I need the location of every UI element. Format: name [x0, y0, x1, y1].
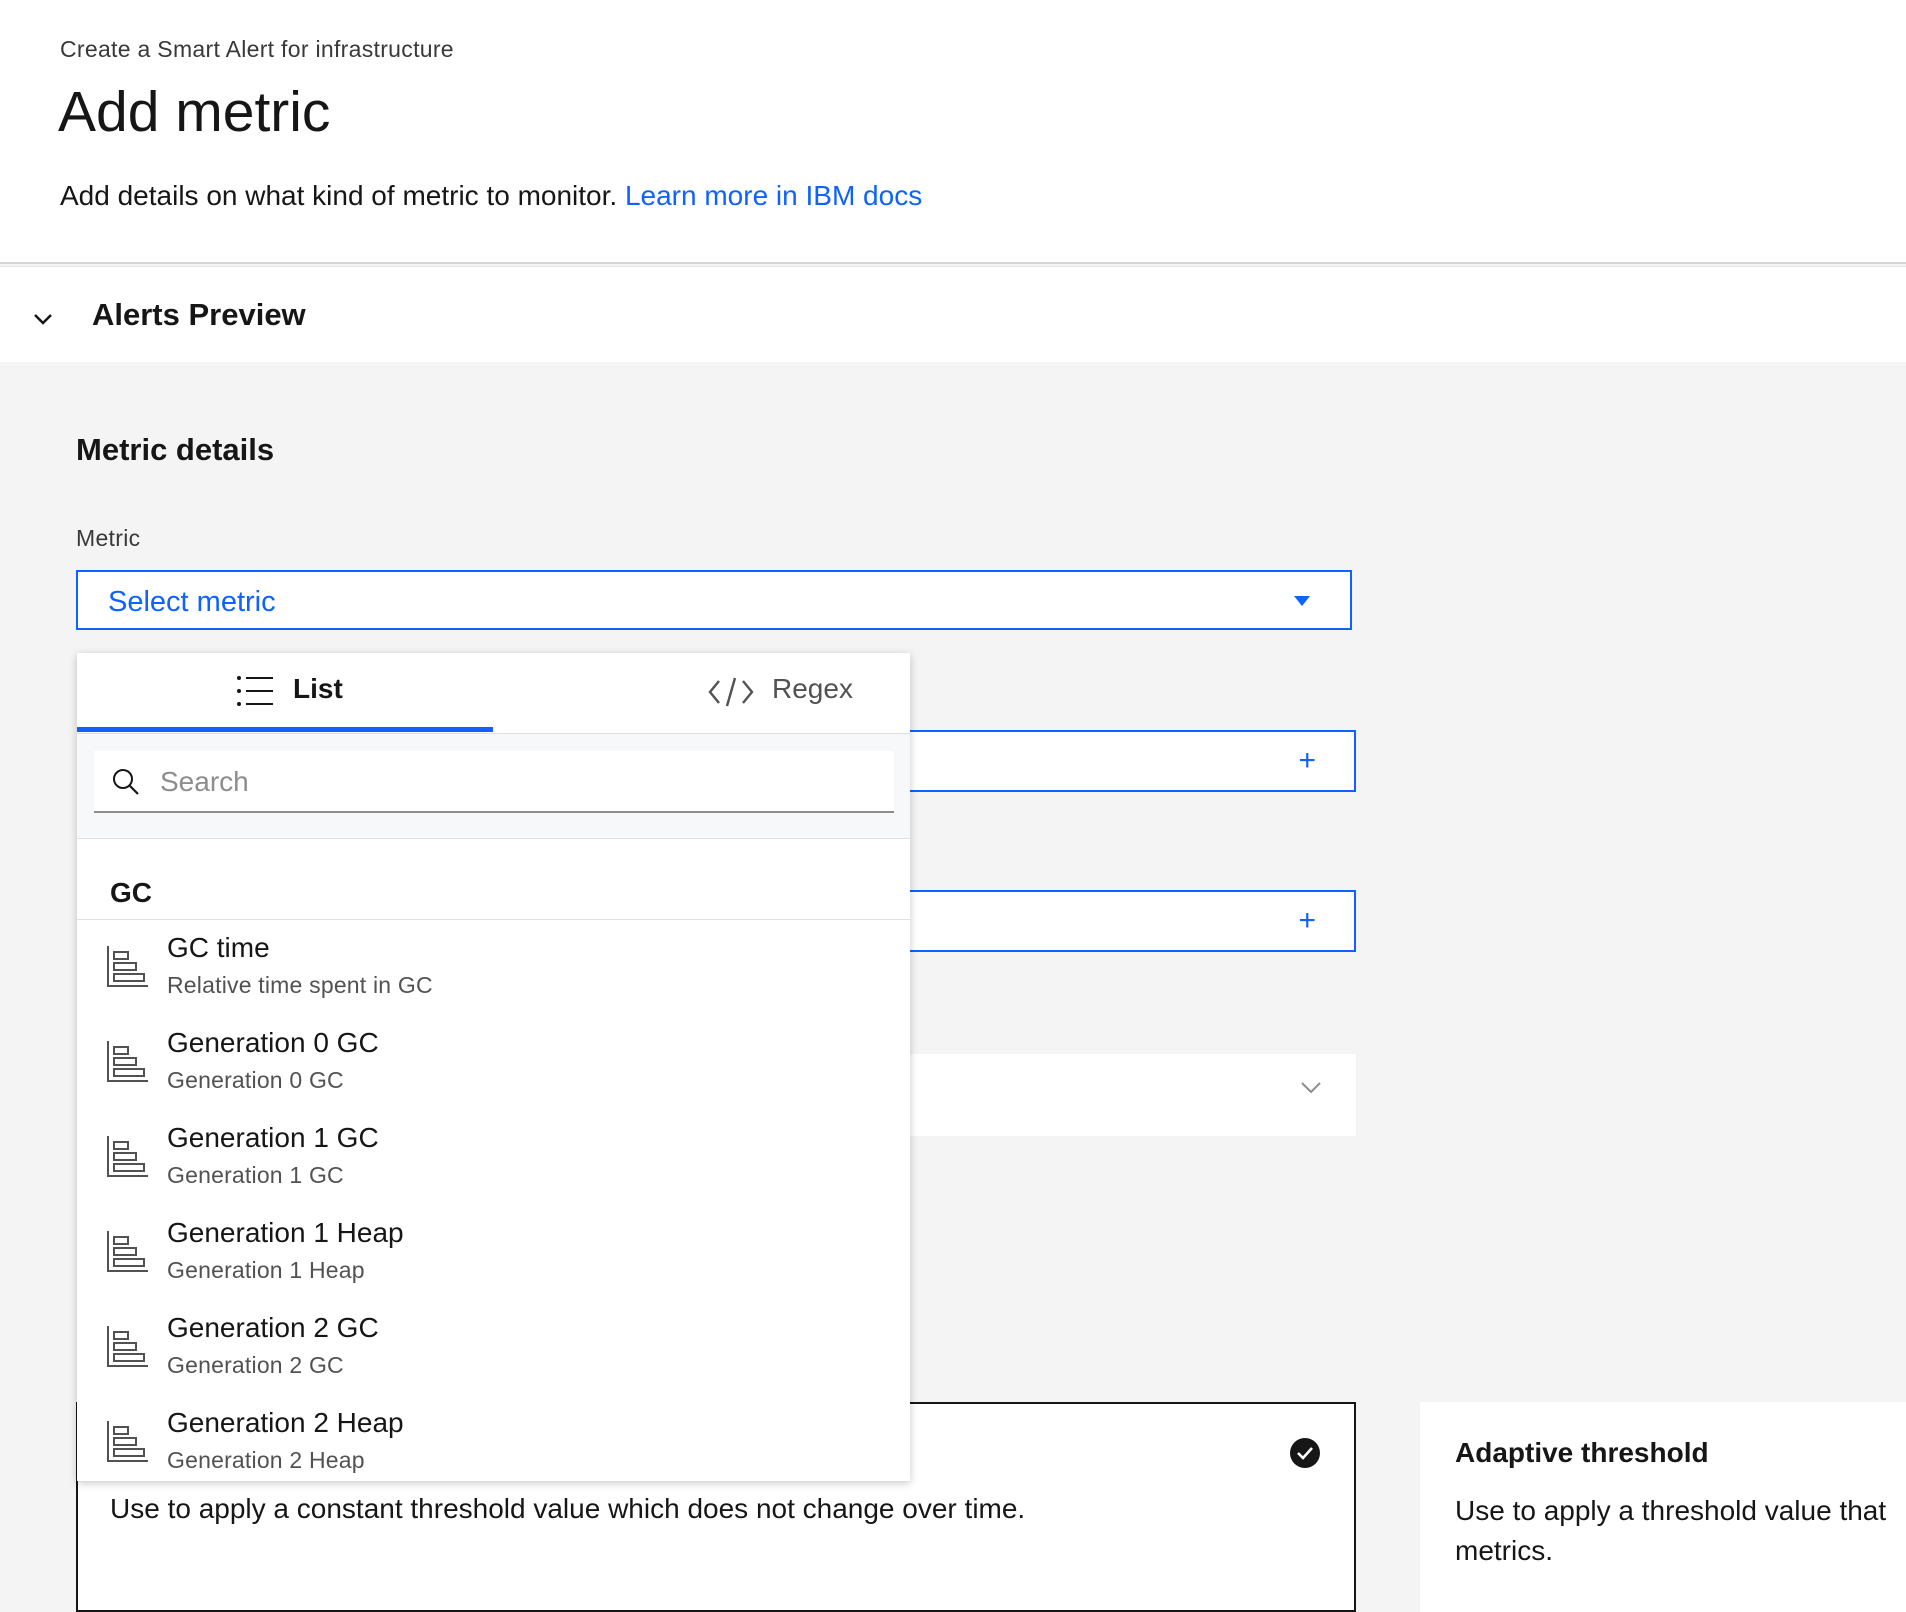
- bar-chart-icon: [107, 1231, 148, 1272]
- metric-label: Metric: [76, 525, 141, 551]
- chevron-down-icon[interactable]: [28, 304, 58, 334]
- metric-select-value: Select metric: [108, 586, 276, 618]
- bar-chart-icon: [107, 946, 148, 987]
- adaptive-threshold-description: Use to apply a threshold value that metr…: [1455, 1491, 1906, 1571]
- group-by-field[interactable]: +: [900, 890, 1356, 952]
- alerts-preview-title[interactable]: Alerts Preview: [92, 297, 306, 333]
- page-eyebrow: Create a Smart Alert for infrastructure: [60, 36, 454, 62]
- tab-regex[interactable]: Regex: [493, 653, 909, 733]
- list-item-description: Generation 2 Heap: [167, 1447, 365, 1473]
- bar-chart-icon: [107, 1421, 148, 1462]
- list-item[interactable]: Generation 2 Heap Generation 2 Heap: [77, 1395, 910, 1481]
- list-item-name: Generation 1 GC: [167, 1122, 379, 1153]
- list-item-description: Generation 1 Heap: [167, 1257, 365, 1283]
- static-threshold-description: Use to apply a constant threshold value …: [110, 1493, 1026, 1524]
- page-title: Add metric: [58, 80, 331, 144]
- list-item-name: Generation 1 Heap: [167, 1217, 404, 1248]
- chevron-down-icon: [1301, 1082, 1321, 1094]
- list-item[interactable]: Generation 1 Heap Generation 1 Heap: [77, 1205, 910, 1301]
- dropdown-tabs: List Regex: [77, 653, 910, 734]
- list-item[interactable]: Generation 2 GC Generation 2 GC: [77, 1300, 910, 1396]
- tab-selected-indicator: [77, 727, 493, 732]
- list-item-name: Generation 2 GC: [167, 1312, 379, 1343]
- list-item-name: Generation 2 Heap: [167, 1407, 404, 1438]
- list-item-name: Generation 0 GC: [167, 1027, 379, 1058]
- header-divider: [0, 262, 1906, 264]
- checkmark-filled-icon: [1290, 1438, 1320, 1468]
- filter-field[interactable]: +: [900, 730, 1356, 792]
- search-input[interactable]: [158, 761, 862, 803]
- adaptive-threshold-card[interactable]: Adaptive threshold Use to apply a thresh…: [1420, 1402, 1906, 1612]
- adaptive-threshold-title: Adaptive threshold: [1455, 1437, 1709, 1468]
- code-icon: [708, 677, 754, 707]
- search-container: [77, 734, 910, 839]
- list-item-name: GC time: [167, 932, 270, 963]
- tab-list[interactable]: List: [77, 653, 493, 733]
- list-item-description: Generation 2 GC: [167, 1352, 344, 1378]
- list-item[interactable]: GC time Relative time spent in GC: [77, 920, 910, 1016]
- list-item-description: Generation 1 GC: [167, 1162, 344, 1188]
- metric-details-title: Metric details: [76, 432, 275, 467]
- list-item-description: Relative time spent in GC: [167, 972, 433, 998]
- list-item[interactable]: Generation 1 GC Generation 1 GC: [77, 1110, 910, 1206]
- plus-icon[interactable]: +: [1298, 903, 1316, 939]
- bar-chart-icon: [107, 1041, 148, 1082]
- page-description: Add details on what kind of metric to mo…: [60, 180, 922, 212]
- bar-chart-icon: [107, 1326, 148, 1367]
- metric-select[interactable]: Select metric: [76, 570, 1352, 630]
- bar-chart-icon: [107, 1136, 148, 1177]
- group-header-gc: GC: [77, 839, 910, 920]
- metric-dropdown: List Regex GC G: [77, 653, 910, 1481]
- aggregation-select[interactable]: [900, 1054, 1356, 1136]
- tab-regex-label: Regex: [772, 673, 853, 704]
- search-box: [94, 751, 894, 813]
- search-icon: [113, 769, 139, 795]
- tab-list-label: List: [293, 673, 343, 704]
- caret-down-icon: [1294, 596, 1310, 606]
- group-header-label: GC: [110, 877, 152, 908]
- list-item[interactable]: Generation 0 GC Generation 0 GC: [77, 1015, 910, 1111]
- list-item-description: Generation 0 GC: [167, 1067, 344, 1093]
- plus-icon[interactable]: +: [1298, 743, 1316, 779]
- adaptive-threshold-description-line: metrics.: [1455, 1535, 1553, 1566]
- list-icon: [237, 676, 273, 706]
- page-description-text: Add details on what kind of metric to mo…: [60, 180, 618, 211]
- ibm-docs-link[interactable]: Learn more in IBM docs: [625, 180, 922, 211]
- adaptive-threshold-description-line: Use to apply a threshold value that: [1455, 1495, 1887, 1526]
